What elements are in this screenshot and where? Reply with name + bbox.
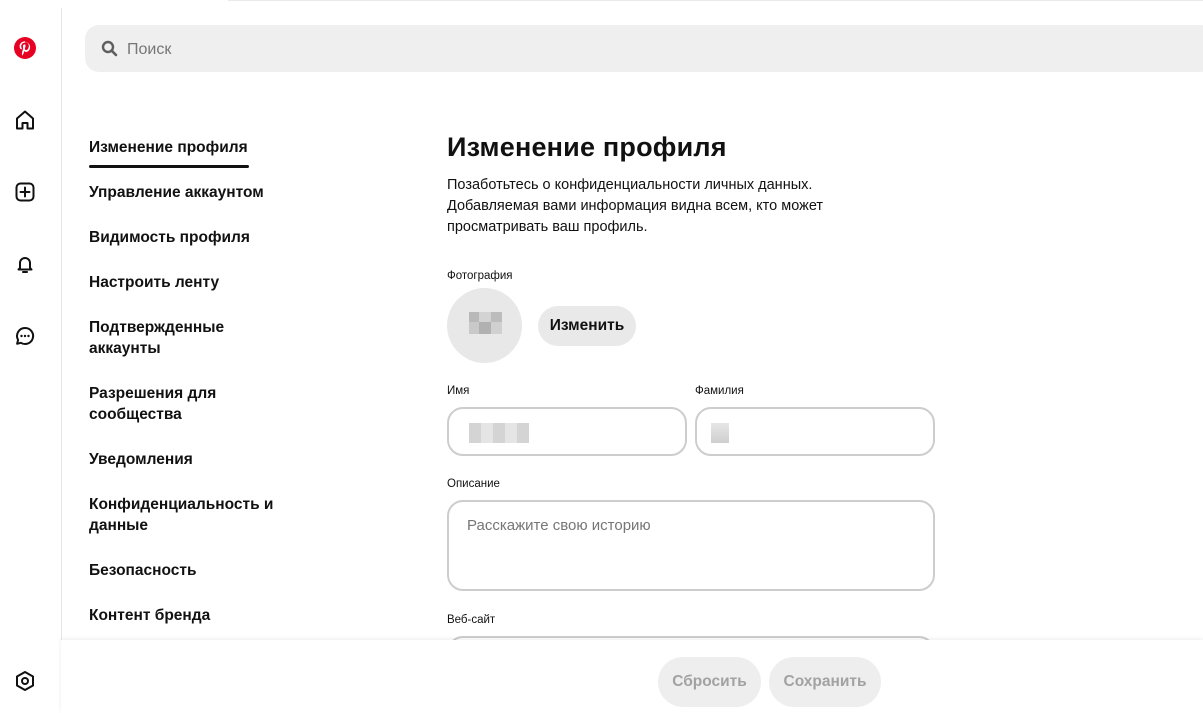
avatar-pixel (479, 322, 491, 334)
redacted-text (711, 423, 729, 443)
first-name-label: Имя (447, 385, 470, 397)
photo-label: Фотография (447, 270, 513, 282)
settings-nav-security[interactable]: Безопасность (89, 560, 197, 581)
description-field[interactable] (447, 500, 935, 591)
search-input[interactable] (125, 25, 1029, 74)
settings-nav-profile-visibility[interactable]: Видимость профиля (89, 227, 250, 248)
avatar-pixel (469, 322, 479, 334)
home-icon[interactable] (8, 103, 42, 137)
description-label: Описание (447, 478, 500, 490)
avatar-pixel (491, 312, 502, 322)
settings-nav-privacy-data[interactable]: Конфиденциальность и данные (89, 494, 289, 536)
page-subtitle: Позаботьтесь о конфиденциальности личных… (447, 177, 824, 235)
search-bar[interactable] (85, 25, 1203, 74)
settings-nav-notifications[interactable]: Уведомления (89, 449, 193, 470)
settings-nav-edit-profile[interactable]: Изменение профиля (89, 137, 249, 168)
settings-nav-branded-content[interactable]: Контент бренда (89, 605, 210, 626)
search-icon (101, 40, 118, 57)
settings-hexagon-icon[interactable] (8, 664, 42, 698)
redacted-text (469, 423, 529, 443)
bottom-action-bar (61, 640, 1203, 713)
bell-icon[interactable] (8, 247, 42, 281)
settings-nav-account-management[interactable]: Управление аккаунтом (89, 182, 264, 203)
settings-nav-claimed-accounts[interactable]: Подтвержденные аккаунты (89, 317, 249, 359)
chat-bubble-icon[interactable] (8, 319, 42, 353)
last-name-input[interactable] (711, 421, 915, 440)
pinterest-logo-icon[interactable] (8, 31, 42, 65)
avatar-pixel (479, 312, 491, 322)
create-plus-icon[interactable] (8, 175, 42, 209)
avatar-pixel (469, 312, 479, 322)
reset-button[interactable]: Сбросить (658, 657, 761, 707)
left-nav-rail (0, 8, 62, 713)
save-button[interactable]: Сохранить (769, 657, 881, 707)
first-name-field[interactable] (447, 407, 687, 456)
avatar-pixel (491, 322, 502, 334)
last-name-field[interactable] (695, 407, 935, 456)
last-name-label: Фамилия (695, 385, 744, 397)
description-textarea[interactable] (465, 515, 919, 579)
top-border (228, 0, 1203, 1)
change-photo-button[interactable]: Изменить (538, 306, 636, 346)
page-title: Изменение профиля (447, 132, 727, 162)
settings-nav-social-permissions[interactable]: Разрешения для сообщества (89, 383, 239, 425)
avatar (447, 288, 522, 363)
website-label: Веб-сайт (447, 614, 496, 626)
settings-nav-tune-feed[interactable]: Настроить ленту (89, 272, 219, 293)
